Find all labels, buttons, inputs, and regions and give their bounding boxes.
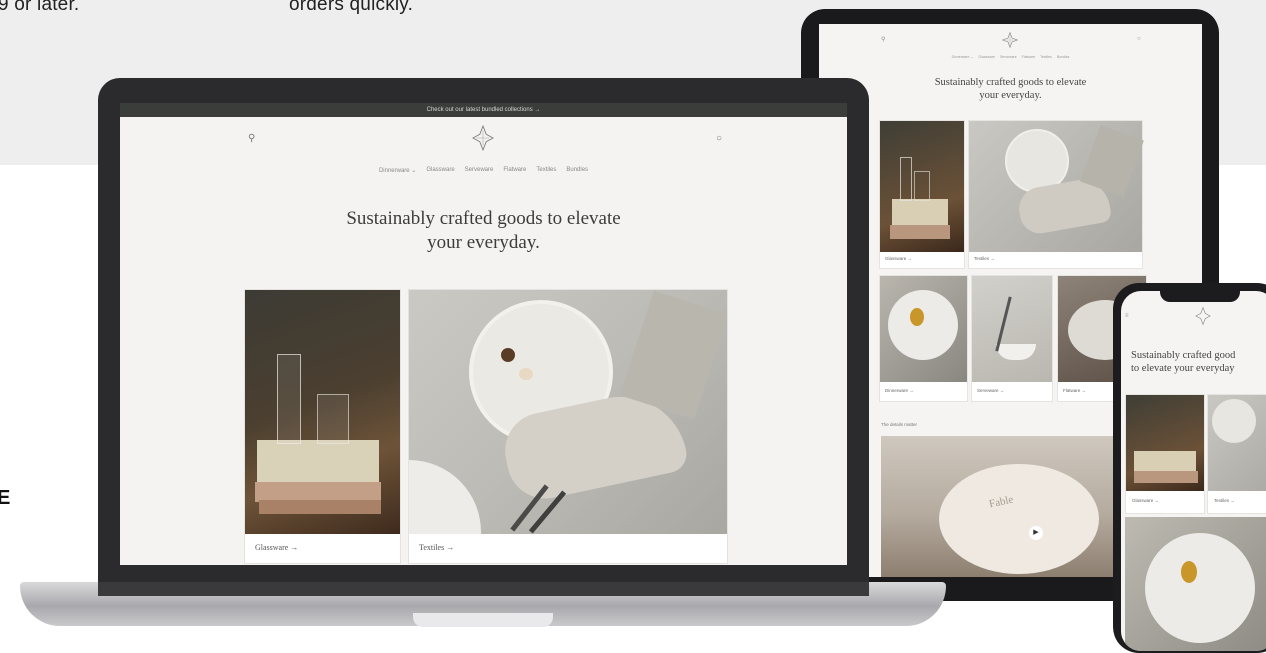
phone-headline: Sustainably crafted good to elevate your… — [1131, 349, 1266, 375]
logo-icon[interactable] — [1001, 31, 1019, 53]
nav-item-dinnerware[interactable]: Dinnerware ⌄ — [379, 167, 416, 174]
collection-image — [1126, 395, 1204, 491]
headline-line-1: Sustainably crafted goods to elevate — [346, 208, 621, 229]
glass-shape — [277, 354, 301, 444]
nav-item-flatware[interactable]: Flatware — [503, 167, 526, 174]
book-shape — [257, 440, 379, 484]
nav-item-serveware[interactable]: Serveware — [1000, 55, 1017, 59]
nav-item-bundles[interactable]: Bundles — [566, 167, 588, 174]
headline-line-2: your everyday. — [979, 90, 1042, 101]
headline-line-2: your everyday. — [427, 232, 540, 253]
nav-item-glassware[interactable]: Glassware — [426, 167, 454, 174]
cart-icon[interactable]: ○ — [716, 133, 722, 144]
tablet-nav: Dinnerware ⌄ Glassware Serveware Flatwar… — [819, 55, 1202, 59]
collection-image — [1125, 517, 1266, 651]
napkin-shape — [619, 290, 727, 420]
collection-label: Textiles → — [419, 543, 455, 552]
collection-card-glassware[interactable]: Glassware → — [1125, 394, 1205, 514]
collection-card-textiles[interactable]: Textiles → — [968, 120, 1144, 269]
laptop-hinge — [98, 582, 869, 596]
collection-label: Flatware → — [1063, 388, 1087, 393]
bowl-shape — [939, 464, 1099, 574]
top-text-left: 9 or later. — [0, 0, 80, 15]
search-icon[interactable]: ⚲ — [248, 133, 255, 144]
collection-label: Serveware → — [977, 388, 1005, 393]
collection-image — [1208, 395, 1266, 491]
announcement-bar[interactable]: Check out our latest bundled collections… — [120, 103, 847, 117]
nav-item-glassware[interactable]: Glassware — [978, 55, 995, 59]
logo-icon[interactable] — [471, 124, 495, 156]
phone-screen: ≡ Sustainably crafted good to elevate yo… — [1121, 291, 1266, 651]
menu-icon[interactable]: ≡ — [1125, 313, 1129, 319]
collection-image — [409, 290, 727, 534]
plate-shape — [409, 460, 481, 534]
nav-item-textiles[interactable]: Textiles — [1040, 55, 1052, 59]
phone-notch — [1160, 288, 1240, 302]
nav-item-flatware[interactable]: Flatware — [1022, 55, 1035, 59]
edge-letter: E — [0, 487, 11, 509]
logo-icon[interactable] — [1195, 306, 1211, 330]
collection-label: Glassware → — [885, 256, 913, 261]
headline-line-1: Sustainably crafted good — [1131, 350, 1236, 361]
collection-label: Textiles → — [974, 256, 995, 261]
book-shape — [259, 500, 381, 514]
laptop-notch — [413, 613, 553, 627]
nav-item-bundles[interactable]: Bundles — [1057, 55, 1070, 59]
laptop-screen: Check out our latest bundled collections… — [120, 103, 847, 565]
section-label: The details matter — [881, 422, 918, 427]
tablet-headline: Sustainably crafted goods to elevate you… — [819, 76, 1202, 102]
collection-label: Textiles → — [1214, 498, 1235, 503]
collection-card-dinnerware[interactable]: Dinnerware → — [879, 275, 968, 402]
laptop-headline: Sustainably crafted goods to elevate you… — [120, 207, 847, 255]
book-shape — [255, 482, 381, 502]
collection-label: Glassware → — [1132, 498, 1160, 503]
nav-item-serveware[interactable]: Serveware — [465, 167, 494, 174]
collection-label: Glassware → — [255, 543, 299, 552]
food-shape — [501, 348, 515, 362]
collection-image — [245, 290, 400, 534]
collection-card-textiles[interactable]: Textiles → — [408, 289, 728, 564]
laptop-nav: Dinnerware ⌄ Glassware Serveware Flatwar… — [120, 167, 847, 174]
collection-image — [972, 276, 1052, 382]
collection-image — [969, 121, 1144, 252]
food-shape — [519, 368, 533, 380]
cart-icon[interactable]: ○ — [1137, 36, 1141, 42]
nav-item-textiles[interactable]: Textiles — [536, 167, 556, 174]
headline-line-2: to elevate your everyday — [1131, 363, 1235, 374]
collection-card-glassware[interactable]: Glassware → — [879, 120, 965, 269]
collection-image — [880, 121, 964, 252]
nav-item-dinnerware[interactable]: Dinnerware ⌄ — [952, 55, 974, 59]
collection-image — [880, 276, 967, 382]
headline-line-1: Sustainably crafted goods to elevate — [934, 77, 1087, 88]
collection-label: Dinnerware → — [885, 388, 914, 393]
top-text-right: orders quickly. — [289, 0, 414, 15]
glass-shape — [317, 394, 349, 444]
play-icon[interactable]: ▶ — [1029, 526, 1043, 540]
collection-card-serveware[interactable]: Serveware → — [971, 275, 1053, 402]
search-icon[interactable]: ⚲ — [881, 36, 885, 43]
collection-card-textiles[interactable]: Textiles → — [1207, 394, 1266, 514]
collection-card-glassware[interactable]: Glassware → — [244, 289, 401, 564]
